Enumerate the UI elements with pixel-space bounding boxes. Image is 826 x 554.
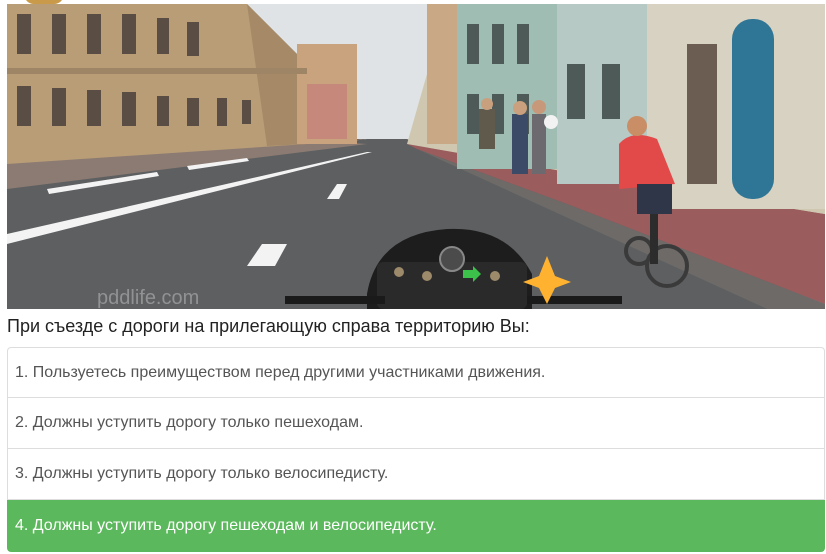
question-text: При съезде с дороги на прилегающую справ… [7, 316, 530, 336]
watermark-text: pddlife.com [97, 287, 199, 309]
answers-list: 1. Пользуетесь преимуществом перед други… [7, 347, 825, 552]
answer-option-2[interactable]: 2. Должны уступить дорогу только пешеход… [7, 398, 825, 449]
answer-option-3-label: 3. Должны уступить дорогу только велосип… [15, 465, 389, 482]
question-photo: pddlife.com [7, 4, 825, 309]
answer-option-1-label: 1. Пользуетесь преимуществом перед други… [15, 363, 546, 381]
answer-option-1[interactable]: 1. Пользуетесь преимуществом перед други… [7, 347, 825, 398]
answer-option-3[interactable]: 3. Должны уступить дорогу только велосип… [7, 449, 825, 500]
answer-option-4[interactable]: 4. Должны уступить дорогу пешеходам и ве… [7, 500, 825, 552]
answer-option-4-label: 4. Должны уступить дорогу пешеходам и ве… [15, 516, 437, 534]
answer-option-2-label: 2. Должны уступить дорогу только пешеход… [15, 414, 364, 431]
